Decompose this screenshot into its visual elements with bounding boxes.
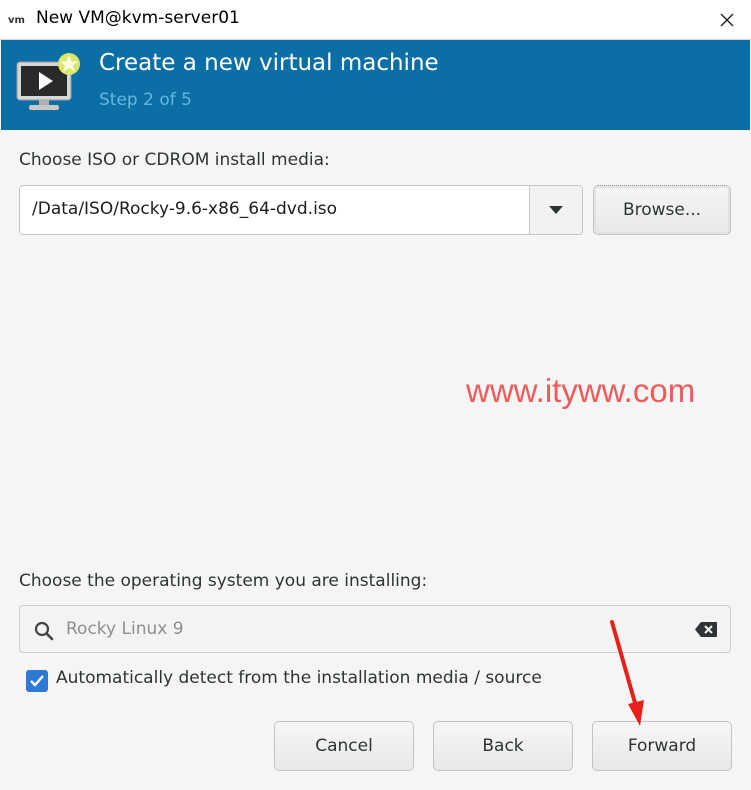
virt-manager-icon: vm	[8, 15, 25, 25]
install-media-path[interactable]: /Data/ISO/Rocky-9.6-x86_64-dvd.iso	[32, 199, 337, 219]
checkmark-icon	[30, 675, 44, 687]
wizard-step-indicator: Step 2 of 5	[99, 90, 192, 110]
back-button[interactable]: Back	[433, 721, 573, 771]
search-icon	[34, 621, 54, 641]
window-titlebar: vm New VM@kvm-server01	[0, 0, 751, 40]
browse-button[interactable]: Browse...	[593, 185, 731, 235]
window-title: New VM@kvm-server01	[36, 8, 240, 28]
watermark-text: www.ityww.com	[466, 372, 696, 409]
wizard-header: Create a new virtual machine Step 2 of 5	[1, 40, 750, 130]
wizard-title: Create a new virtual machine	[99, 50, 439, 76]
chevron-down-icon	[549, 206, 563, 214]
vm-display-icon	[16, 53, 80, 110]
install-media-dropdown-button[interactable]	[529, 186, 582, 234]
os-search-value[interactable]: Rocky Linux 9	[66, 619, 184, 639]
cancel-button[interactable]: Cancel	[274, 721, 414, 771]
close-icon	[720, 13, 734, 26]
install-media-label: Choose ISO or CDROM install media:	[19, 150, 330, 170]
install-media-combobox[interactable]: /Data/ISO/Rocky-9.6-x86_64-dvd.iso	[19, 185, 583, 235]
svg-text:vm: vm	[8, 15, 25, 25]
autodetect-checkbox[interactable]	[26, 670, 48, 692]
autodetect-label[interactable]: Automatically detect from the installati…	[56, 668, 542, 688]
annotation-arrow-icon	[610, 620, 644, 726]
clear-icon[interactable]	[694, 621, 718, 638]
close-button[interactable]	[703, 0, 751, 39]
os-label: Choose the operating system you are inst…	[19, 571, 428, 591]
